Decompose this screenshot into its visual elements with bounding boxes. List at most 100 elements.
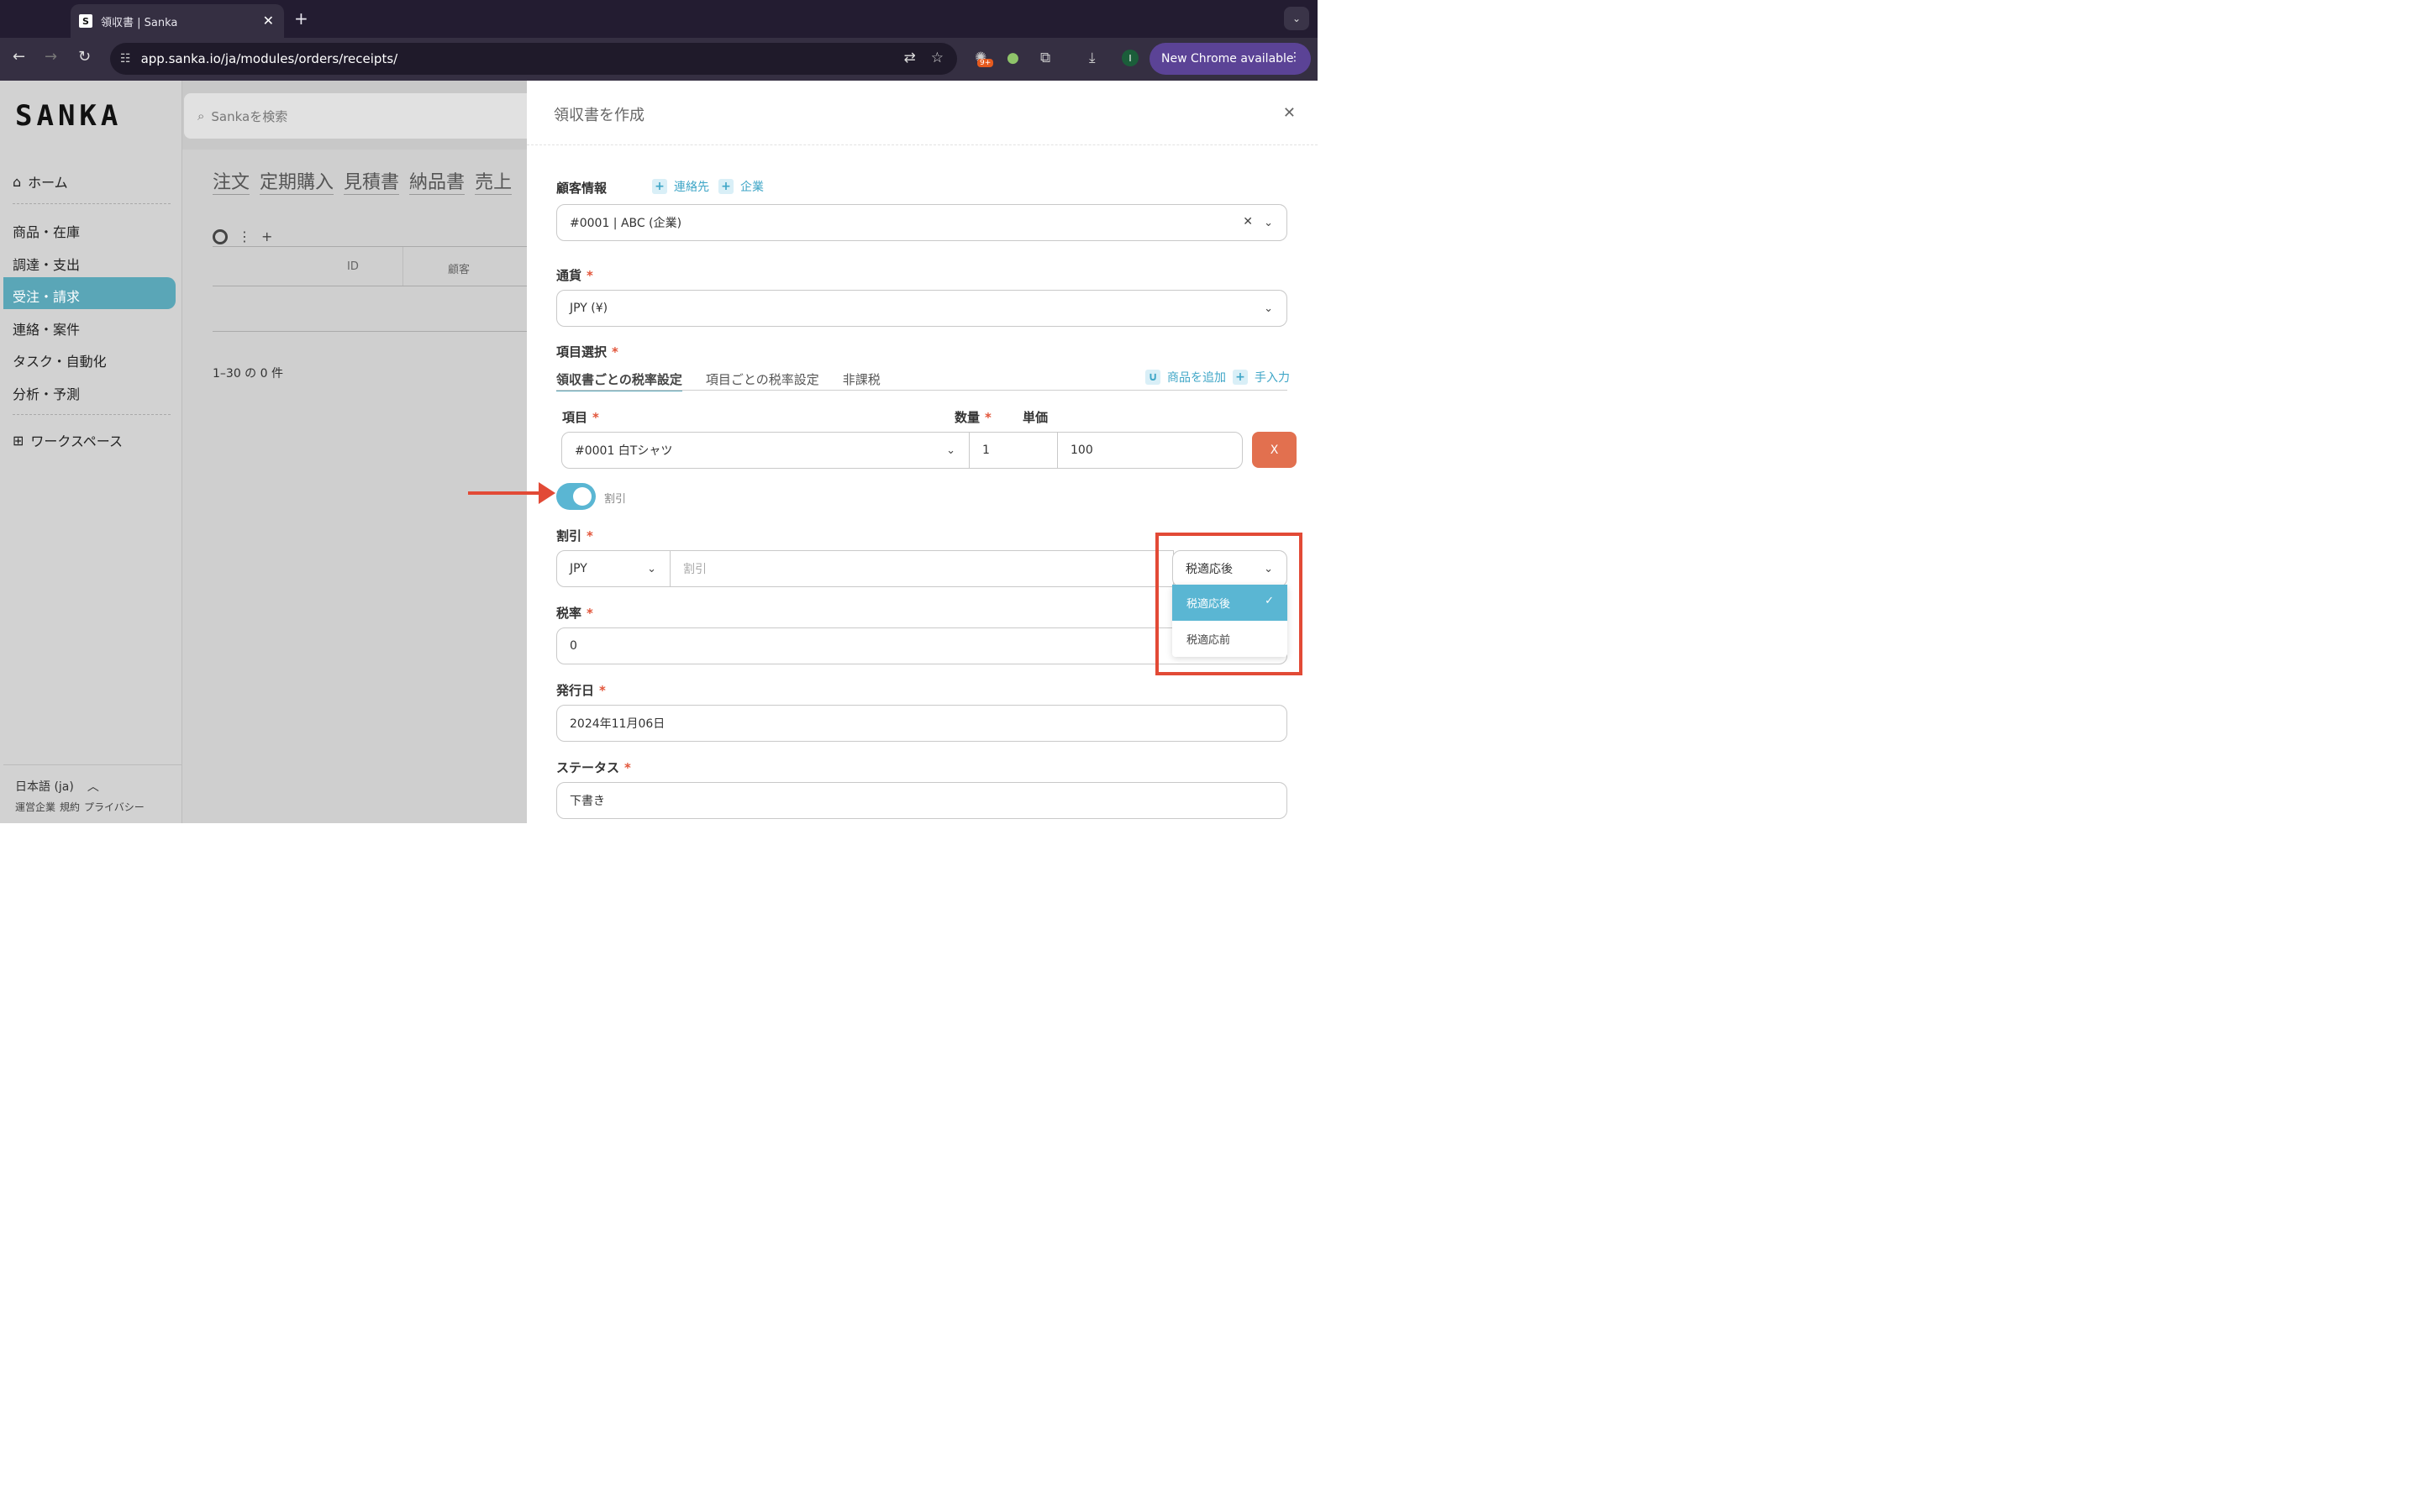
item-value: #0001 白Tシャツ — [575, 444, 673, 458]
item-select[interactable]: #0001 白Tシャツ ⌄ — [561, 432, 970, 469]
chevron-up-icon: ︿ — [87, 780, 99, 794]
sidebar-item-home[interactable]: ⌂ ホーム — [13, 171, 68, 192]
frog-extension-icon[interactable]: ● — [1007, 50, 1019, 66]
chevron-down-icon: ⌄ — [946, 444, 955, 457]
add-company-label: 企業 — [740, 181, 764, 194]
close-icon[interactable]: ✕ — [1283, 104, 1296, 122]
annotation-highlight-box — [1155, 533, 1302, 675]
search-placeholder: Sankaを検索 — [211, 108, 288, 124]
unit-price-input[interactable]: 100 — [1057, 432, 1243, 469]
app-background: SANKA ⌂ ホーム 商品・在庫 調達・支出 受注・請求 連絡・案件 タスク・… — [0, 81, 537, 823]
chevron-down-icon: ⌄ — [647, 563, 656, 575]
sidebar-item-procurement[interactable]: 調達・支出 — [13, 254, 80, 274]
sidebar-item-workspace[interactable]: ⊞ ワークスペース — [13, 430, 123, 450]
back-icon[interactable]: ← — [13, 48, 25, 66]
discount-currency-value: JPY — [570, 562, 587, 575]
customer-label: 顧客情報 — [556, 181, 608, 196]
manual-entry-link[interactable]: + 手入力 — [1233, 369, 1290, 386]
tab-search-chevron-icon[interactable]: ⌄ — [1284, 7, 1309, 30]
discount-currency-select[interactable]: JPY ⌄ — [556, 550, 671, 587]
more-vert-icon[interactable]: ⋮ — [238, 228, 251, 244]
tab-delivery-notes[interactable]: 納品書 — [409, 167, 466, 195]
table-header: ID 顧客 — [213, 246, 527, 286]
new-chrome-button[interactable]: New Chrome available ⋮ — [1150, 43, 1311, 75]
download-icon[interactable]: ⤓ — [1089, 50, 1096, 66]
issue-date-input[interactable]: 2024年11月06日 — [556, 705, 1287, 742]
tab-orders[interactable]: 注文 — [213, 167, 250, 195]
add-view-icon[interactable]: + — [261, 228, 272, 244]
sidebar-item-products[interactable]: 商品・在庫 — [13, 221, 80, 241]
tab-sales[interactable]: 売上 — [475, 167, 513, 195]
sidebar-footer-links: 運営企業 規約 プライバシー — [15, 800, 145, 814]
translate-icon[interactable]: ⇄ — [904, 50, 916, 66]
panel-title: 領収書を作成 — [554, 107, 644, 124]
tab-per-receipt-tax[interactable]: 領収書ごとの税率設定 — [556, 370, 682, 391]
sidebar-item-label: ワークスペース — [30, 433, 124, 449]
sidebar-item-analytics[interactable]: 分析・予測 — [13, 383, 80, 403]
add-company-link[interactable]: + 企業 — [718, 178, 764, 195]
sidebar-item-label: 連絡・案件 — [13, 322, 81, 338]
forward-icon[interactable]: → — [45, 48, 57, 66]
item-column-label: 項目 * — [562, 410, 599, 425]
more-vert-icon[interactable]: ⋮ — [1289, 50, 1301, 64]
sidebar-item-label: 商品・在庫 — [13, 224, 81, 240]
tab-tax-exempt[interactable]: 非課税 — [843, 370, 881, 391]
clear-icon[interactable]: ✕ — [1243, 215, 1253, 228]
customer-select[interactable]: #0001 | ABC (企業) ✕ ⌄ — [556, 204, 1287, 241]
privacy-link[interactable]: プライバシー — [84, 800, 145, 814]
extension-badge: 9+ — [977, 59, 994, 67]
tab-per-item-tax[interactable]: 項目ごとの税率設定 — [706, 370, 819, 391]
address-bar[interactable]: ☷ app.sanka.io/ja/modules/orders/receipt… — [110, 43, 957, 75]
panel-header-divider — [527, 144, 1318, 145]
sidebar-footer-divider — [3, 764, 182, 765]
tab-estimates[interactable]: 見積書 — [344, 167, 400, 195]
view-circle-icon[interactable] — [213, 228, 228, 244]
language-label: 日本語 (ja) — [15, 780, 74, 794]
table-bottom-line — [213, 331, 527, 332]
close-tab-icon[interactable]: ✕ — [263, 13, 274, 29]
extensions-puzzle-icon[interactable]: ⧉ — [1040, 50, 1050, 66]
module-tabs: 注文 定期購入 見積書 納品書 売上 — [213, 167, 513, 195]
discount-input[interactable]: 割引 — [670, 550, 1174, 587]
profile-avatar[interactable]: I — [1122, 50, 1139, 66]
add-contact-link[interactable]: + 連絡先 — [652, 178, 709, 195]
sidebar-divider — [13, 203, 171, 204]
site-info-icon[interactable]: ☷ — [120, 52, 131, 66]
sidebar-item-label: 受注・請求 — [13, 289, 81, 305]
company-link[interactable]: 運営企業 — [15, 800, 55, 814]
remove-item-button[interactable]: X — [1252, 432, 1297, 468]
status-select[interactable]: 下書き — [556, 782, 1287, 819]
sidebar-item-orders[interactable]: 受注・請求 — [13, 286, 80, 306]
tabs-underline — [556, 390, 1287, 391]
tax-rate-label: 税率 * — [556, 606, 593, 621]
sanka-logo: SANKA — [15, 99, 123, 133]
language-selector[interactable]: 日本語 (ja) ︿ — [15, 778, 99, 795]
add-product-label: 商品を追加 — [1167, 371, 1226, 385]
quantity-input[interactable]: 1 — [969, 432, 1058, 469]
quantity-column-label: 数量 * — [955, 410, 992, 425]
browser-tab[interactable]: S 領収書 | Sanka ✕ — [71, 4, 284, 38]
create-receipt-panel: 領収書を作成 ✕ 顧客情報 + 連絡先 + 企業 #0001 | ABC (企業… — [527, 81, 1318, 823]
sidebar-item-label: タスク・自動化 — [13, 354, 107, 370]
pagination-text: 1–30 の 0 件 — [213, 367, 283, 381]
sidebar-item-label: 調達・支出 — [13, 257, 81, 273]
new-chrome-label: New Chrome available — [1161, 52, 1294, 66]
plus-icon: + — [1233, 370, 1248, 385]
reload-icon[interactable]: ↻ — [78, 48, 91, 66]
discount-toggle[interactable] — [556, 483, 596, 510]
currency-select[interactable]: JPY (¥) ⌄ — [556, 290, 1287, 327]
sidebar-divider — [13, 414, 171, 415]
terms-link[interactable]: 規約 — [60, 800, 80, 814]
search-input[interactable]: ⌕ Sankaを検索 — [184, 93, 537, 139]
browser-tab-strip: S 領収書 | Sanka ✕ + ⌄ — [0, 0, 1318, 38]
discount-placeholder: 割引 — [683, 563, 707, 576]
bookmark-star-icon[interactable]: ☆ — [931, 50, 944, 66]
sidebar-item-tasks[interactable]: タスク・自動化 — [13, 350, 107, 370]
new-tab-icon[interactable]: + — [294, 8, 308, 29]
unit-price-value: 100 — [1071, 444, 1093, 457]
home-icon: ⌂ — [13, 173, 22, 190]
sidebar-item-contacts[interactable]: 連絡・案件 — [13, 318, 80, 339]
tab-subscriptions[interactable]: 定期購入 — [260, 167, 334, 195]
search-icon: ⌕ — [197, 108, 205, 123]
add-product-link[interactable]: ∪ 商品を追加 — [1145, 369, 1226, 386]
